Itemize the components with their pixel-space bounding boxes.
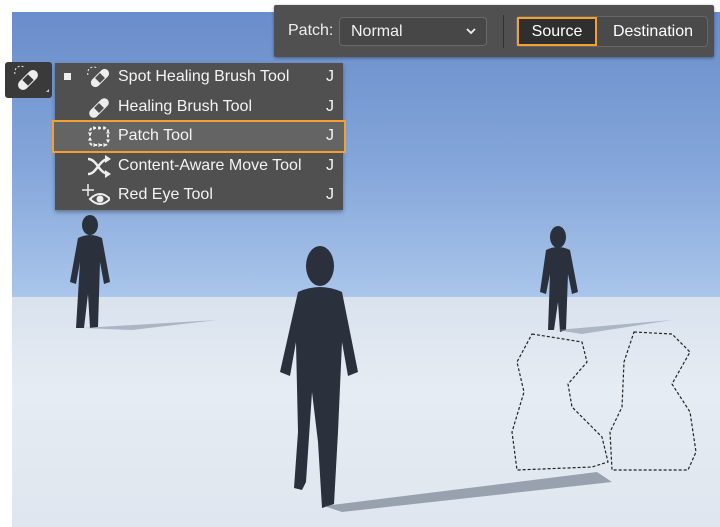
menu-item-content-aware-move[interactable]: Content-Aware Move Tool J: [55, 152, 343, 181]
patch-mode-value: Normal: [351, 23, 403, 40]
spot-healing-brush-icon: [87, 66, 110, 88]
shortcut-key: J: [326, 98, 334, 115]
red-eye-icon: [82, 184, 110, 205]
figure-left: [70, 215, 110, 328]
menu-item-healing-brush[interactable]: Healing Brush Tool J: [55, 93, 343, 122]
patch-selection-outlines: [511, 331, 697, 471]
menu-item-label: Patch Tool: [118, 127, 193, 144]
menu-item-patch-tool[interactable]: Patch Tool J: [52, 120, 346, 153]
chevron-down-icon: [466, 28, 476, 35]
patch-mode-select[interactable]: Normal: [339, 17, 487, 46]
menu-item-spot-healing-brush[interactable]: Spot Healing Brush Tool J: [55, 63, 343, 92]
figure-right: [540, 226, 578, 332]
menu-item-label: Red Eye Tool: [118, 186, 213, 203]
tool-flyout-menu: Spot Healing Brush Tool J Healing Brush …: [52, 63, 346, 210]
healing-brush-icon: [89, 98, 109, 118]
shortcut-key: J: [326, 186, 334, 203]
shortcut-key: J: [326, 157, 334, 174]
patch-label: Patch:: [288, 22, 334, 39]
healing-tool-button[interactable]: [5, 62, 52, 98]
menu-item-label: Spot Healing Brush Tool: [118, 68, 290, 85]
source-button[interactable]: Source: [517, 17, 597, 46]
divider: [503, 15, 504, 48]
current-tool-bullet: [64, 73, 71, 80]
menu-item-label: Content-Aware Move Tool: [118, 157, 302, 174]
shortcut-key: J: [326, 127, 334, 144]
spot-healing-brush-icon: [14, 65, 49, 92]
menu-item-label: Healing Brush Tool: [118, 98, 253, 115]
patch-icon: [88, 126, 110, 147]
menu-item-red-eye[interactable]: Red Eye Tool J: [55, 181, 343, 210]
content-aware-move-icon: [87, 155, 111, 178]
shortcut-key: J: [326, 68, 334, 85]
destination-button[interactable]: Destination: [598, 17, 708, 46]
figure-center: [280, 246, 358, 508]
source-destination-toggle: Source Destination: [516, 16, 708, 47]
options-bar: Patch: Normal Source Destination: [274, 5, 714, 57]
